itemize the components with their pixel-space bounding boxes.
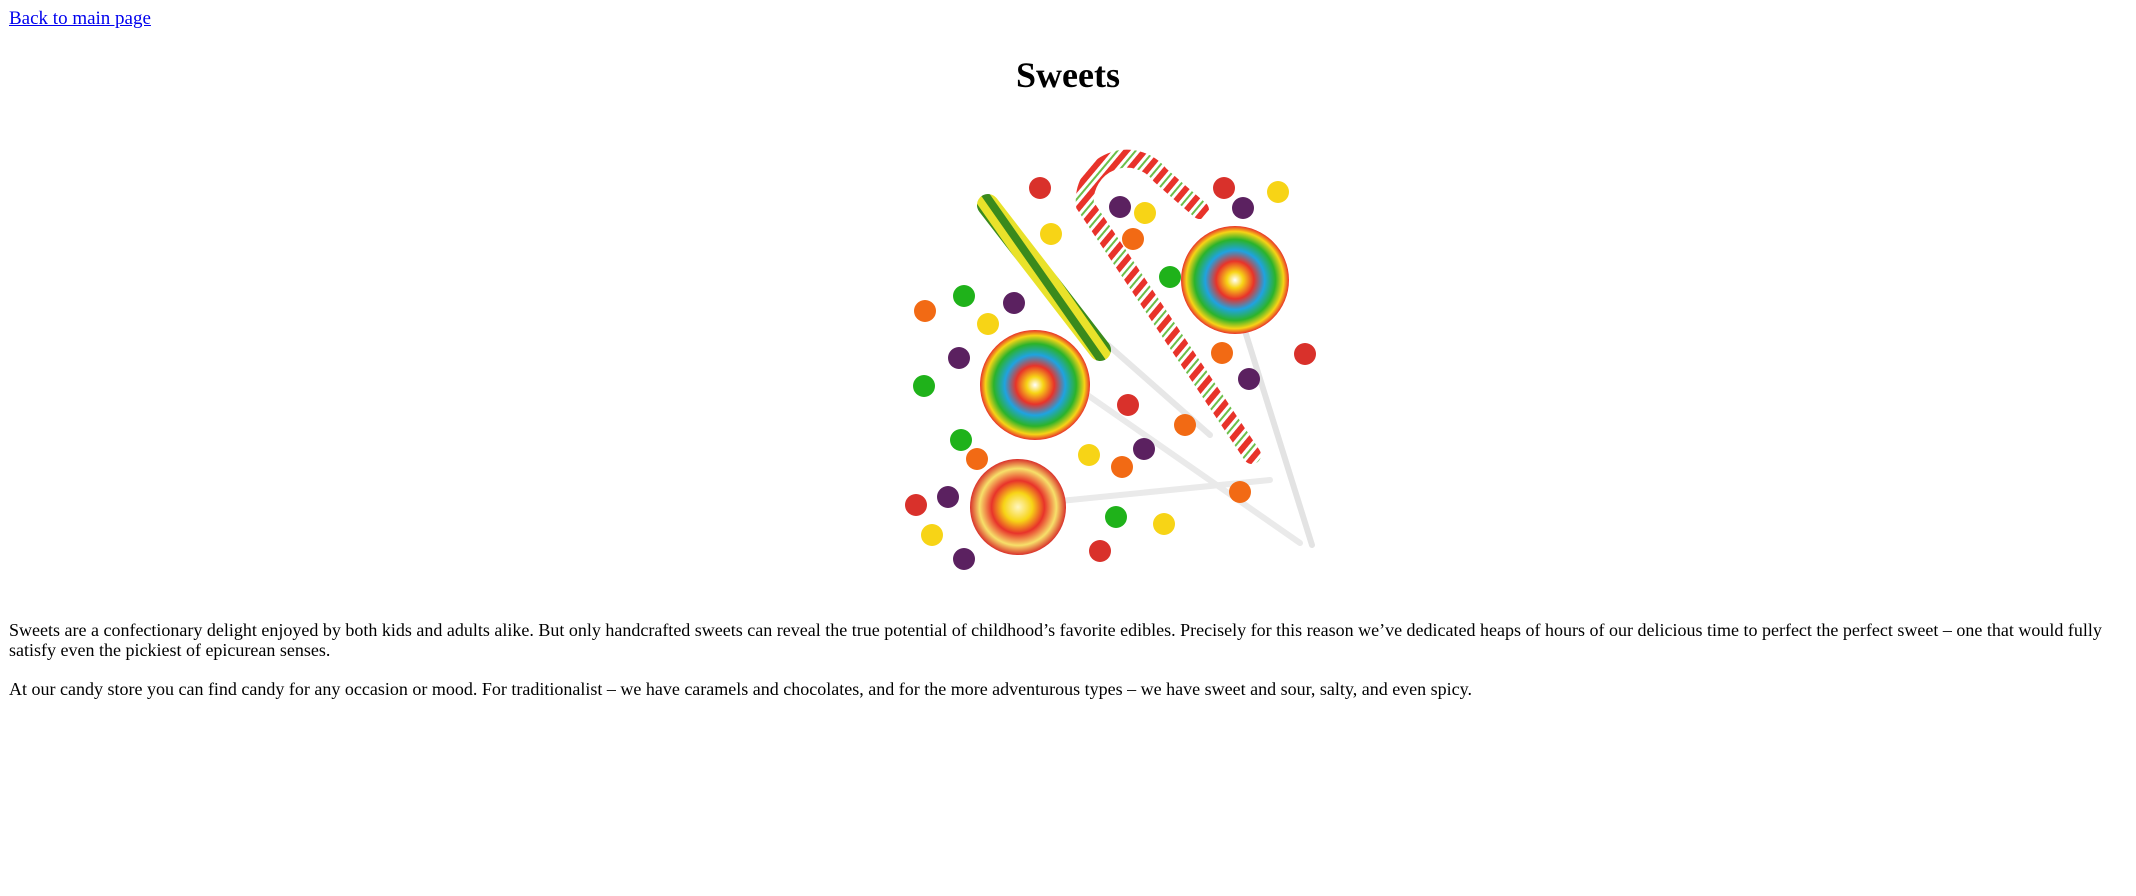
candy-assortment-icon [905,149,1316,570]
swirl-lollipop-right [1181,226,1289,334]
swirl-lollipop-large [980,330,1090,440]
intro-paragraph: Sweets are a confectionary delight enjoy… [9,620,2102,660]
page-title: Sweets [1016,55,1120,95]
store-paragraph: At our candy store you can find candy fo… [9,679,1472,699]
swirl-lollipop-small [970,459,1066,555]
sweets-image [880,135,1360,595]
back-to-main-link[interactable]: Back to main page [9,8,151,30]
